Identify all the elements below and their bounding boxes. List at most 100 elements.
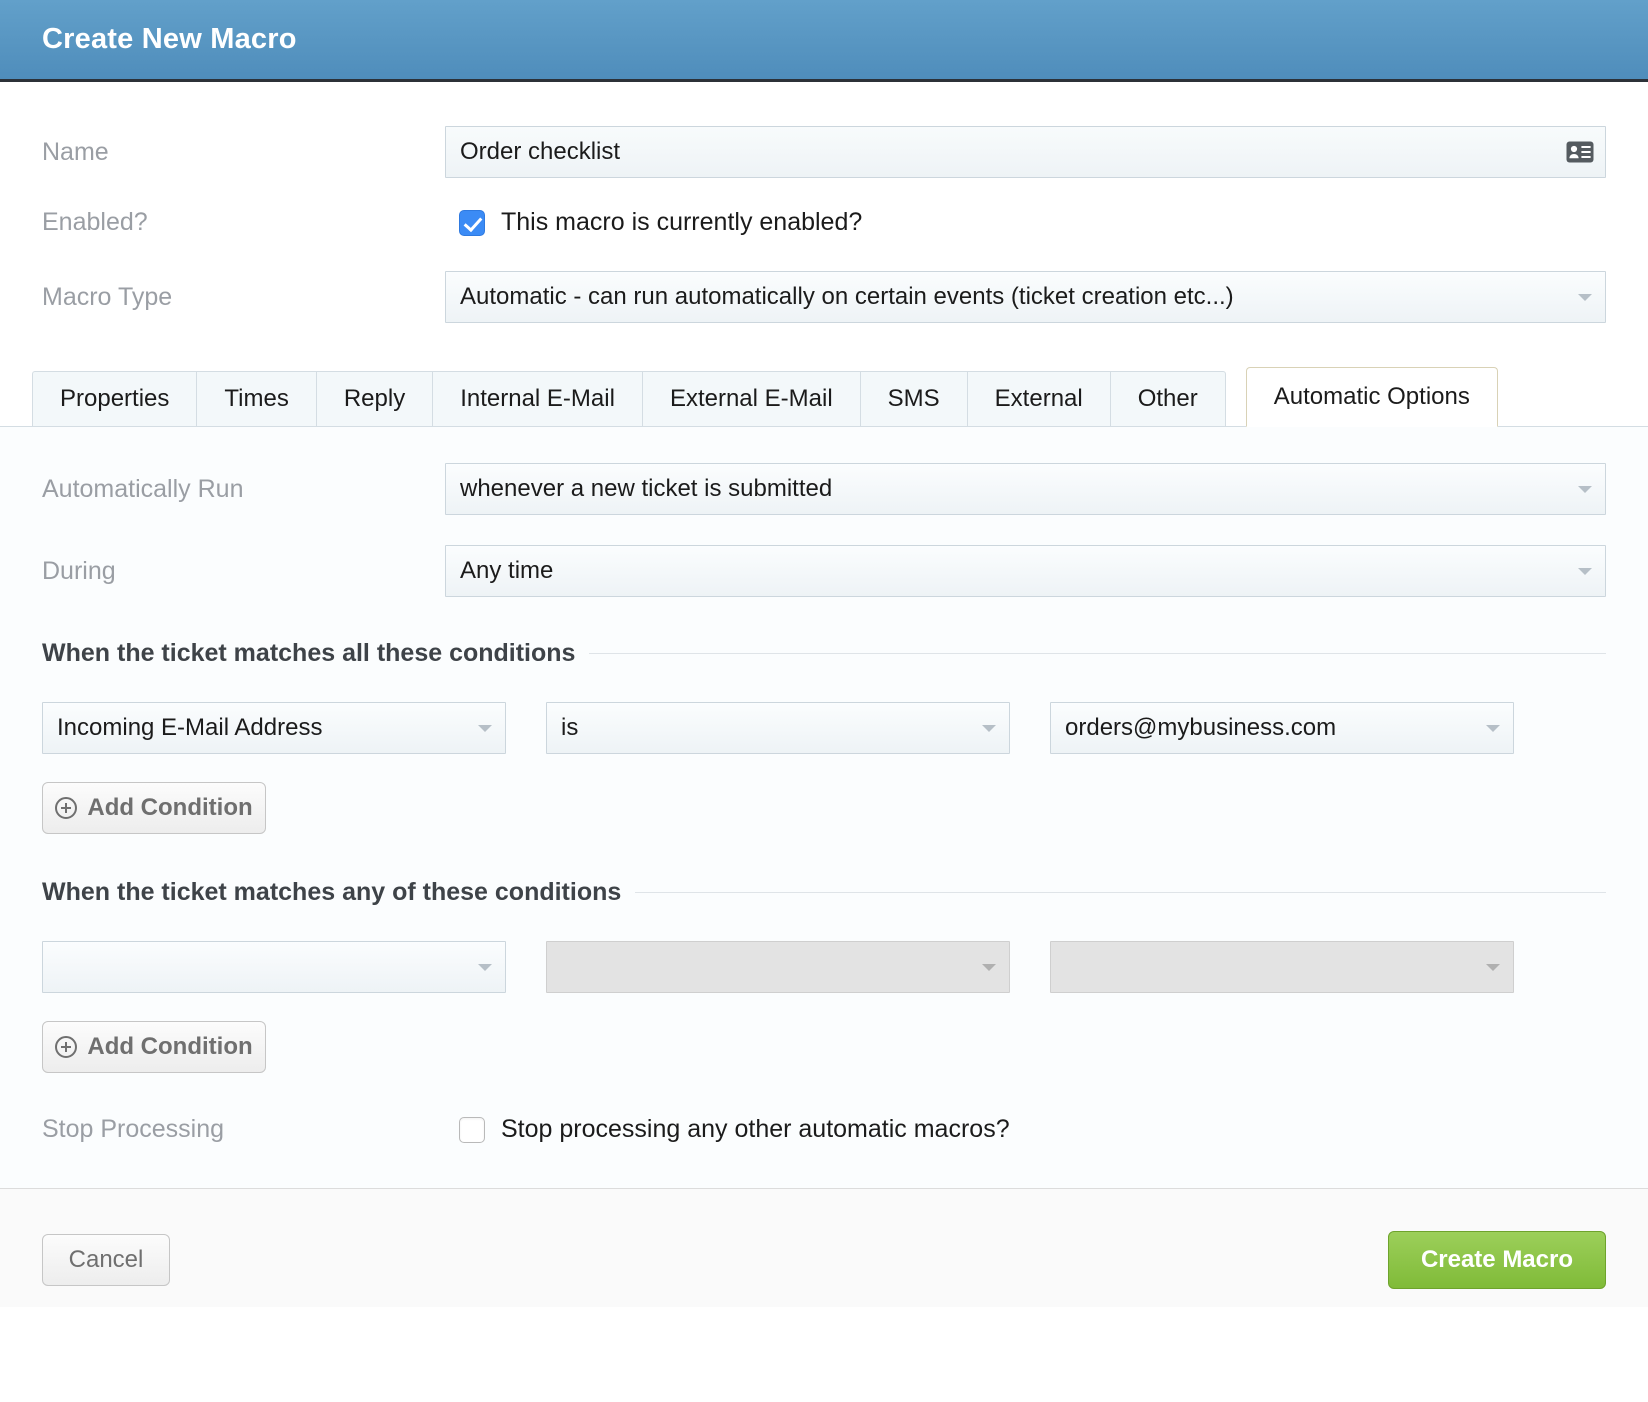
form-row-enabled: Enabled? This macro is currently enabled… (0, 208, 1648, 237)
chevron-down-icon (1486, 725, 1500, 732)
chevron-down-icon (1486, 964, 1500, 971)
macro-type-label: Macro Type (42, 282, 173, 311)
any-conditions-group: When the ticket matches any of these con… (42, 878, 1606, 1073)
tab-bar: Properties Times Reply Internal E-Mail E… (32, 367, 1648, 427)
chevron-down-icon (478, 964, 492, 971)
enabled-checkbox-row[interactable]: This macro is currently enabled? (459, 208, 1606, 237)
tab-external-email[interactable]: External E-Mail (641, 371, 860, 427)
tab-other[interactable]: Other (1109, 371, 1226, 427)
condition-operator-cell: is (546, 702, 1010, 754)
macro-type-select[interactable]: Automatic - can run automatically on cer… (445, 271, 1606, 323)
enabled-label: Enabled? (42, 208, 148, 236)
panel-row-stop-processing: Stop Processing Stop processing any othe… (42, 1115, 1606, 1144)
name-field-wrap (445, 126, 1606, 178)
tab-times[interactable]: Times (196, 371, 316, 427)
chevron-down-icon (1578, 486, 1592, 493)
chevron-down-icon (1578, 294, 1592, 301)
automatically-run-field-wrap: whenever a new ticket is submitted (445, 463, 1606, 515)
tab-label: Other (1137, 385, 1198, 412)
add-condition-button-all[interactable]: Add Condition (42, 782, 266, 834)
macro-type-field-wrap: Automatic - can run automatically on cer… (445, 271, 1606, 323)
form-row-name: Name (0, 126, 1648, 178)
tab-label: External (994, 385, 1083, 412)
stop-processing-checkbox[interactable] (459, 1116, 485, 1143)
condition-field-cell (42, 941, 506, 993)
tab-label: SMS (887, 385, 940, 412)
tab-properties[interactable]: Properties (32, 371, 197, 427)
legend-divider (635, 892, 1606, 893)
condition-field-cell: Incoming E-Mail Address (42, 702, 506, 754)
page-title: Create New Macro (42, 23, 297, 55)
chevron-down-icon (982, 964, 996, 971)
enabled-field-wrap: This macro is currently enabled? (445, 208, 1606, 237)
automatic-options-panel: Automatically Run whenever a new ticket … (0, 427, 1648, 1189)
any-conditions-legend-text: When the ticket matches any of these con… (42, 878, 622, 906)
condition-value-cell (1050, 941, 1514, 993)
condition-field-value: Incoming E-Mail Address (57, 714, 323, 741)
during-field-wrap: Any time (445, 545, 1606, 597)
condition-operator-select-disabled (546, 941, 1010, 993)
tab-label: Reply (343, 385, 406, 412)
cancel-button-label: Cancel (68, 1246, 144, 1273)
dialog-footer: Cancel Create Macro (0, 1189, 1648, 1307)
condition-field-select-empty[interactable] (42, 941, 506, 993)
automatically-run-label: Automatically Run (42, 474, 244, 503)
plus-circle-icon (55, 797, 78, 819)
cancel-button[interactable]: Cancel (42, 1234, 170, 1286)
tab-label: Internal E-Mail (460, 385, 615, 412)
add-condition-button-any[interactable]: Add Condition (42, 1021, 266, 1073)
dialog-header: Create New Macro (0, 0, 1648, 82)
tab-label: Times (224, 385, 289, 412)
tab-external[interactable]: External (966, 371, 1110, 427)
macro-type-value: Automatic - can run automatically on cer… (460, 283, 1234, 310)
name-label: Name (42, 137, 109, 166)
condition-value-select[interactable]: orders@mybusiness.com (1050, 702, 1514, 754)
any-conditions-legend: When the ticket matches any of these con… (42, 878, 1606, 907)
tab-label: External E-Mail (669, 385, 833, 412)
add-condition-label: Add Condition (87, 1033, 253, 1060)
stop-processing-checkbox-row[interactable]: Stop processing any other automatic macr… (459, 1115, 1606, 1144)
panel-row-automatically-run: Automatically Run whenever a new ticket … (42, 463, 1606, 515)
dialog-body: Name Enabled? This macro is currently en (0, 126, 1648, 1307)
tab-label: Properties (60, 385, 170, 412)
plus-circle-icon (55, 1036, 78, 1058)
during-label: During (42, 556, 116, 585)
name-input-wrap (445, 126, 1606, 178)
condition-row (42, 941, 1606, 993)
panel-row-during: During Any time (42, 545, 1606, 597)
tab-internal-email[interactable]: Internal E-Mail (432, 371, 642, 427)
enabled-checkbox-label: This macro is currently enabled? (501, 208, 863, 236)
during-value: Any time (460, 557, 554, 584)
stop-processing-checkbox-label: Stop processing any other automatic macr… (501, 1115, 1010, 1143)
chevron-down-icon (478, 725, 492, 732)
during-select[interactable]: Any time (445, 545, 1606, 597)
create-macro-button-label: Create Macro (1420, 1246, 1573, 1273)
stop-processing-label: Stop Processing (42, 1115, 225, 1143)
condition-operator-select[interactable]: is (546, 702, 1010, 754)
condition-field-select[interactable]: Incoming E-Mail Address (42, 702, 506, 754)
tab-sms[interactable]: SMS (859, 371, 967, 427)
form-row-macro-type: Macro Type Automatic - can run automatic… (0, 271, 1648, 323)
tab-reply[interactable]: Reply (315, 371, 433, 427)
condition-row: Incoming E-Mail Address is orders@mybusi… (42, 702, 1606, 754)
chevron-down-icon (1578, 568, 1592, 575)
legend-divider (589, 653, 1606, 654)
all-conditions-group: When the ticket matches all these condit… (42, 639, 1606, 834)
condition-value-cell: orders@mybusiness.com (1050, 702, 1514, 754)
automatically-run-value: whenever a new ticket is submitted (460, 475, 833, 502)
stop-processing-field-wrap: Stop processing any other automatic macr… (445, 1115, 1606, 1144)
all-conditions-legend: When the ticket matches all these condit… (42, 639, 1606, 668)
condition-value-select-disabled (1050, 941, 1514, 993)
tab-label: Automatic Options (1273, 383, 1470, 410)
name-input[interactable] (445, 126, 1606, 178)
create-macro-button[interactable]: Create Macro (1387, 1231, 1606, 1289)
all-conditions-legend-text: When the ticket matches all these condit… (42, 639, 576, 667)
add-condition-label: Add Condition (87, 794, 253, 821)
tab-automatic-options[interactable]: Automatic Options (1245, 367, 1498, 427)
condition-value-text: orders@mybusiness.com (1065, 714, 1337, 741)
condition-operator-cell (546, 941, 1010, 993)
chevron-down-icon (982, 725, 996, 732)
enabled-checkbox[interactable] (459, 209, 485, 236)
condition-operator-value: is (561, 714, 579, 741)
automatically-run-select[interactable]: whenever a new ticket is submitted (445, 463, 1606, 515)
